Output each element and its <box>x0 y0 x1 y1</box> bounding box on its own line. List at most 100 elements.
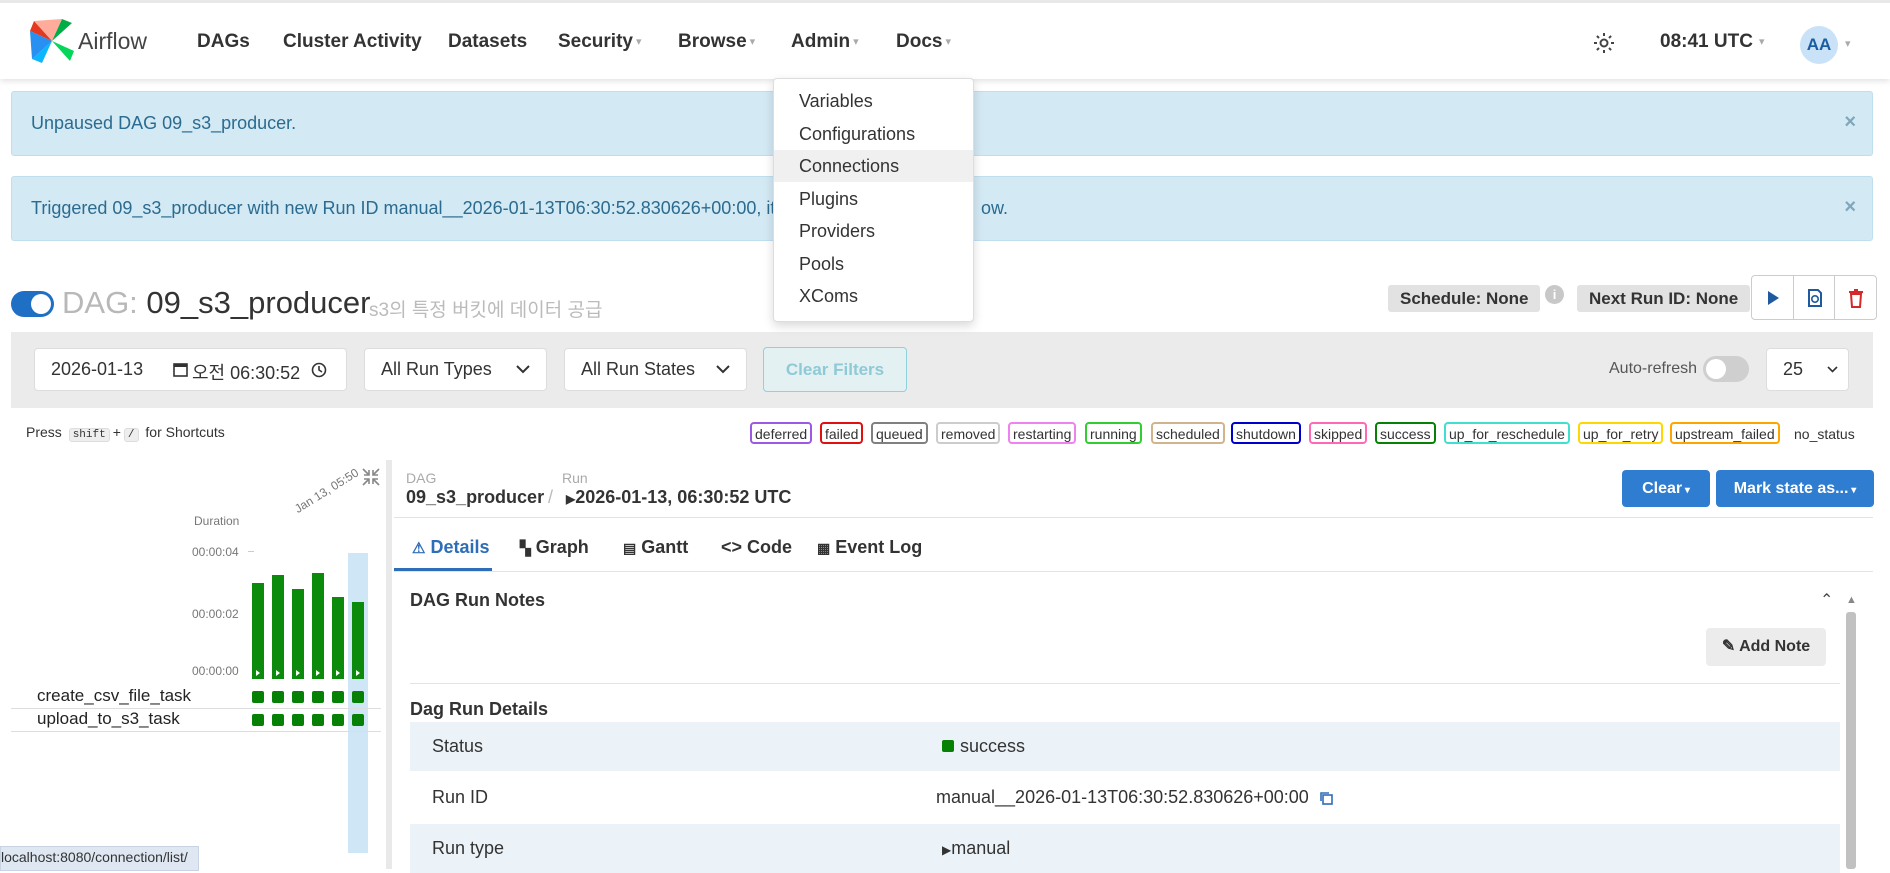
state-up-for-reschedule[interactable]: up_for_reschedule <box>1444 422 1570 444</box>
state-upstream-failed[interactable]: upstream_failed <box>1670 422 1780 444</box>
scroll-up-arrow[interactable]: ▲ <box>1846 594 1857 606</box>
mark-state-button[interactable]: Mark state as... ▾ <box>1716 470 1874 507</box>
nav-admin-label: Admin <box>791 31 851 52</box>
collapse-icon[interactable] <box>361 467 381 487</box>
chevron-down-icon: ▾ <box>853 36 859 49</box>
tab-event-log[interactable]: ▦ Event Log <box>817 537 922 558</box>
task-instance-square[interactable] <box>312 714 324 726</box>
close-icon[interactable]: × <box>1844 196 1856 219</box>
menu-item-pools[interactable]: Pools <box>774 248 973 280</box>
task-instance-square[interactable] <box>252 691 264 703</box>
task-instance-square[interactable] <box>352 714 364 726</box>
details-key: Run type <box>432 838 505 858</box>
clear-filters-button[interactable]: Clear Filters <box>763 347 907 392</box>
brand-name[interactable]: Airflow <box>78 28 147 55</box>
task-instance-square[interactable] <box>292 714 304 726</box>
task-row[interactable]: create_csv_file_task <box>11 686 381 709</box>
state-restarting[interactable]: restarting <box>1008 422 1077 444</box>
copy-icon[interactable] <box>1318 790 1334 806</box>
state-scheduled[interactable]: scheduled <box>1151 422 1225 444</box>
dag-run-notes-title: DAG Run Notes <box>410 590 545 610</box>
info-icon[interactable]: i <box>1545 285 1564 304</box>
nav-admin[interactable]: Admin ▾ <box>791 31 859 53</box>
trigger-dag-button[interactable] <box>1752 276 1793 319</box>
calendar-icon[interactable] <box>173 362 188 377</box>
chevron-up-icon[interactable]: ⌃ <box>1820 590 1833 610</box>
close-icon[interactable]: × <box>1844 111 1856 134</box>
nav-browse[interactable]: Browse ▾ <box>678 31 755 53</box>
trash-icon <box>1848 288 1863 308</box>
nav-datasets[interactable]: Datasets <box>448 31 527 53</box>
play-icon <box>336 670 340 676</box>
task-row[interactable]: upload_to_s3_task <box>11 709 381 732</box>
menu-item-xcoms[interactable]: XComs <box>774 280 973 312</box>
clear-run-button[interactable]: Clear ▾ <box>1622 470 1710 507</box>
task-name[interactable]: create_csv_file_task <box>37 686 191 706</box>
nav-docs[interactable]: Docs ▾ <box>896 31 951 53</box>
state-running[interactable]: running <box>1085 422 1142 444</box>
tab-gantt[interactable]: ▤ Gantt <box>623 537 688 558</box>
reparse-dag-button[interactable] <box>1793 276 1835 319</box>
auto-refresh-switch[interactable] <box>1703 356 1749 382</box>
tab-code-label: Code <box>747 537 793 557</box>
breadcrumb-dag-value[interactable]: 09_s3_producer <box>406 487 544 508</box>
add-note-button[interactable]: ✎ Add Note <box>1706 628 1826 666</box>
page-size-select[interactable]: 25 <box>1766 348 1849 391</box>
state-no-status[interactable]: no_status <box>1789 422 1860 444</box>
task-instance-square[interactable] <box>332 691 344 703</box>
panel-resize-handle[interactable] <box>386 460 392 869</box>
duration-bar[interactable] <box>332 597 344 679</box>
menu-item-variables[interactable]: Variables <box>774 85 973 117</box>
task-instance-square[interactable] <box>292 691 304 703</box>
task-instance-square[interactable] <box>272 691 284 703</box>
browser-status-url: localhost:8080/connection/list/ <box>0 846 199 871</box>
chevron-down-icon: ▾ <box>945 36 951 49</box>
delete-dag-button[interactable] <box>1834 276 1876 319</box>
tab-details[interactable]: ⚠ Details <box>412 537 490 558</box>
user-avatar[interactable]: AA <box>1800 26 1838 64</box>
datetime-filter-input[interactable]: 2026-01-13 오전 06:30:52 <box>34 348 347 391</box>
tabs-divider <box>394 571 1873 572</box>
task-instance-square[interactable] <box>272 714 284 726</box>
nav-dags[interactable]: DAGs <box>197 31 250 53</box>
gear-icon[interactable] <box>1592 31 1616 55</box>
nav-cluster-activity[interactable]: Cluster Activity <box>283 31 422 53</box>
scrollbar[interactable] <box>1846 612 1856 869</box>
duration-bar[interactable] <box>352 602 364 679</box>
task-instance-square[interactable] <box>352 691 364 703</box>
menu-item-plugins[interactable]: Plugins <box>774 183 973 215</box>
clock-time[interactable]: 08:41 UTC ▾ <box>1660 31 1765 53</box>
state-failed[interactable]: failed <box>820 422 864 444</box>
dag-pause-toggle[interactable] <box>11 291 54 317</box>
nav-security[interactable]: Security ▾ <box>558 31 642 53</box>
state-deferred[interactable]: deferred <box>750 422 813 444</box>
clock-icon[interactable] <box>311 362 327 378</box>
menu-item-connections[interactable]: Connections <box>774 150 973 182</box>
menu-item-providers[interactable]: Providers <box>774 215 973 247</box>
chevron-down-icon[interactable]: ▾ <box>1845 37 1851 50</box>
task-instance-square[interactable] <box>312 691 324 703</box>
state-skipped[interactable]: skipped <box>1309 422 1368 444</box>
tab-details-label: Details <box>430 537 490 557</box>
duration-bar[interactable] <box>292 589 304 679</box>
alert-text: Unpaused DAG 09_s3_producer. <box>31 113 297 133</box>
task-name[interactable]: upload_to_s3_task <box>37 709 180 729</box>
airflow-logo-icon[interactable] <box>28 17 76 65</box>
state-shutdown[interactable]: shutdown <box>1231 422 1301 444</box>
task-instance-square[interactable] <box>332 714 344 726</box>
run-states-select[interactable]: All Run States <box>564 348 747 391</box>
task-instance-square[interactable] <box>252 714 264 726</box>
state-removed[interactable]: removed <box>936 422 1001 444</box>
duration-bar[interactable] <box>312 573 324 679</box>
state-up-for-retry[interactable]: up_for_retry <box>1578 422 1664 444</box>
duration-bar[interactable] <box>272 575 284 679</box>
next-run-badge: Next Run ID: None <box>1577 285 1751 312</box>
tab-graph[interactable]: ▚ Graph <box>520 537 589 558</box>
state-success[interactable]: success <box>1375 422 1436 444</box>
menu-item-configurations[interactable]: Configurations <box>774 118 973 150</box>
state-queued[interactable]: queued <box>871 422 928 444</box>
duration-bar[interactable] <box>252 583 264 679</box>
tab-code[interactable]: <> Code <box>721 537 792 558</box>
breadcrumb-run-value[interactable]: ▶2026-01-13, 06:30:52 UTC <box>566 487 791 508</box>
run-types-select[interactable]: All Run Types <box>364 348 547 391</box>
